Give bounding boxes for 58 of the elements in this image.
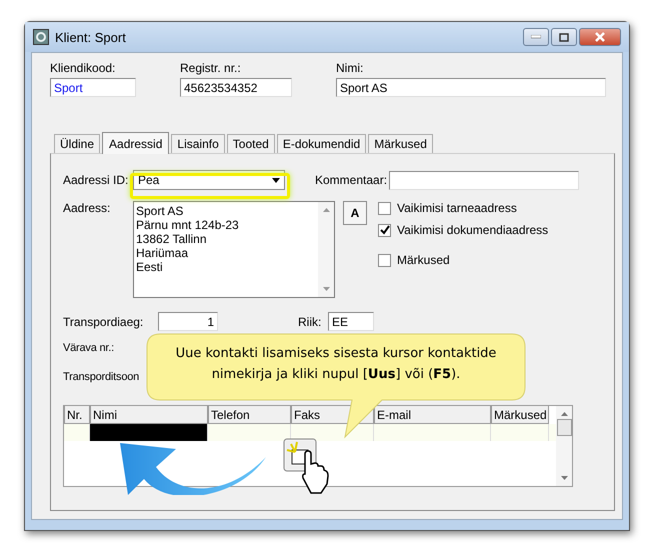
scrollbar[interactable] [556,406,572,486]
scroll-down-icon[interactable] [560,476,568,480]
field-label: Värava nr.: [63,342,114,354]
scroll-thumb[interactable] [556,419,572,436]
field-label: Kommentaar: [315,173,388,187]
tab[interactable]: Märkused [368,134,433,153]
checkbox-label: Vaikimisi dokumendiaadress [397,223,548,237]
text-field[interactable]: Sport [50,78,136,97]
tab[interactable]: Üldine [54,134,100,153]
text-field[interactable]: Sport AS [336,78,606,97]
app-icon [33,29,49,45]
field-label: Aadress: [63,201,112,215]
minimize-icon [531,35,541,39]
field-label: Nimi: [336,61,364,75]
scroll-up-icon[interactable] [322,208,330,212]
address-line: Hariümaa [136,246,190,260]
country-field[interactable]: EE [328,312,374,331]
table-row[interactable] [64,424,556,441]
callout-text: Uue kontakti lisamiseks sisesta kursor kontaktide nimekirja ja kliki nupul [Uus] või (F5). [174,345,498,384]
format-button[interactable]: A [343,201,367,225]
column-header[interactable]: Nr. [64,406,90,424]
checkbox[interactable] [378,254,391,266]
scroll-down-icon[interactable] [322,287,330,291]
scrollbar[interactable] [318,202,334,297]
close-button[interactable] [579,28,621,46]
tab[interactable]: Aadressid [102,132,170,154]
checkbox-label: Märkused [397,253,450,267]
dropdown-arrow-icon [272,178,280,182]
comment-field[interactable] [389,170,580,190]
address-line: Pärnu mnt 124b-23 [136,218,240,232]
column-header[interactable]: Nimi [90,406,208,424]
column-header[interactable]: Märkused [491,406,549,424]
transport-time-field[interactable]: 1 [158,312,218,331]
checkbox[interactable] [378,224,391,236]
field-label: Aadressi ID: [63,173,130,187]
close-icon [594,32,606,42]
minimize-button[interactable] [523,28,549,46]
column-header[interactable]: Telefon [208,406,291,424]
checkbox-label: Vaikimisi tarneaadress [397,201,517,215]
address-line: Eesti [136,260,164,274]
field-label: Transpordiaeg: [63,314,144,328]
tab[interactable]: Tooted [226,134,275,153]
address-text-area[interactable]: Sport AS Pärnu mnt 124b-23 13862 Tallinn Hariümaa Eesti [133,201,335,298]
maximize-icon [559,32,569,42]
window-title: Klient: Sport [55,30,126,44]
tab[interactable]: Lisainfo [171,134,225,153]
checkbox[interactable] [378,202,391,214]
field-label: Riik: [298,314,322,328]
text-field[interactable]: 45623534352 [180,78,292,97]
field-label: Transporditsoon [63,371,140,383]
address-line: Sport AS [136,204,184,218]
column-header[interactable]: E-mail [374,406,491,424]
tab[interactable]: E-dokumendid [276,134,366,153]
address-line: 13862 Tallinn [136,232,208,246]
field-label: Registr. nr.: [180,61,242,75]
maximize-button[interactable] [551,28,577,46]
scroll-up-icon[interactable] [560,412,568,416]
field-label: Kliendikood: [50,61,116,75]
